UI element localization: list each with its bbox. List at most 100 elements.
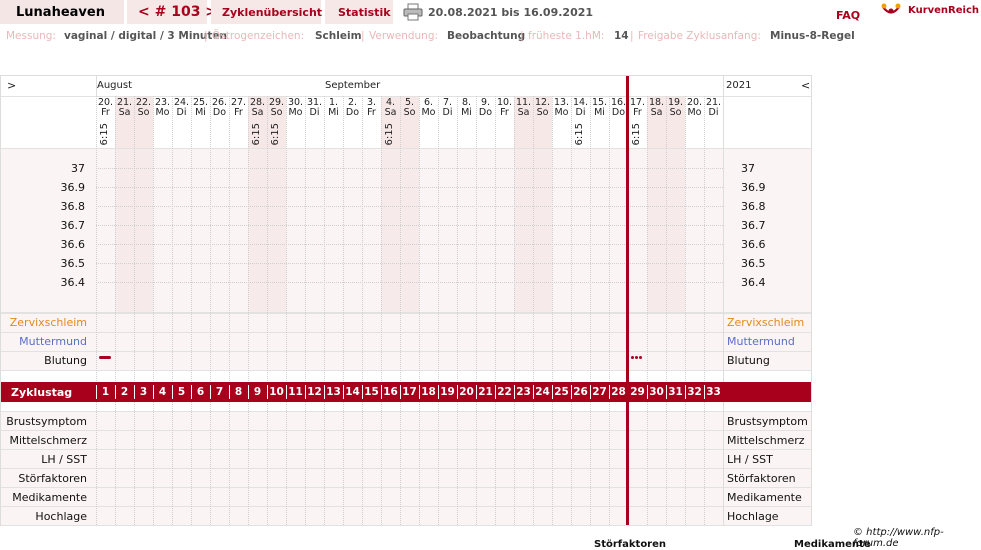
row-label-right: Zervixschleim	[727, 316, 805, 329]
measure-time: 6:15	[251, 123, 262, 146]
day-weekday: So	[137, 107, 150, 118]
row-label-right: Muttermund	[727, 335, 795, 348]
separator: |	[204, 30, 208, 42]
day-weekday: So	[536, 107, 549, 118]
cycle-day-separator	[286, 385, 287, 399]
cycle-day-separator	[419, 385, 420, 399]
cycle-day-number: 32	[687, 386, 702, 398]
cycle-day-separator	[609, 385, 610, 399]
grid-line	[1, 506, 811, 507]
day-weekday: Fr	[234, 107, 243, 118]
day-weekday: So	[669, 107, 682, 118]
cycle-day-number: 31	[668, 386, 683, 398]
top-bar: Lunaheaven < # 103 > Zyklenübersicht Sta…	[0, 0, 981, 26]
cycle-nav-tab[interactable]: < # 103 >	[127, 0, 217, 24]
cycle-day-number: 6	[196, 386, 205, 398]
grid-line	[1, 449, 811, 450]
cycle-end-line	[626, 76, 629, 525]
cycle-chart: > < 2021 August September 20. Fr 6:15 21. Sa 22…	[0, 75, 812, 526]
tab-zyklenuebersicht-label[interactable]: Zyklenübersicht	[222, 6, 322, 19]
cycle-day-number: 10	[269, 386, 284, 398]
cycle-day-number: 33	[706, 386, 721, 398]
oestrogen-label: Östrogenzeichen:	[212, 30, 305, 42]
cycle-day-number: 30	[649, 386, 664, 398]
temp-tick-right: 36.7	[741, 219, 766, 232]
grid-line	[1, 313, 811, 314]
year-label: 2021	[726, 80, 752, 91]
cycle-day-number: 25	[554, 386, 569, 398]
weekend-column	[666, 148, 685, 312]
temp-tick-left: 36.6	[60, 238, 86, 251]
weekend-column	[400, 148, 419, 312]
day-grid-line	[267, 96, 268, 525]
cycle-day-separator	[457, 385, 458, 399]
grid-line	[1, 332, 811, 333]
weekend-column	[267, 148, 286, 312]
cycle-day-separator	[552, 385, 553, 399]
day-grid-line	[704, 96, 705, 525]
cycle-day-number: 2	[120, 386, 129, 398]
cycle-nav[interactable]: < # 103 >	[138, 4, 217, 20]
cycle-day-number: 23	[516, 386, 531, 398]
row-label-right: Mittelschmerz	[727, 434, 805, 447]
day-grid-line	[248, 96, 249, 525]
row-label-left: LH / SST	[41, 453, 87, 466]
copyright-credit: © http://www.nfp-forum.de	[853, 527, 944, 549]
month-label: August	[97, 80, 132, 91]
measure-time: 6:15	[384, 123, 395, 146]
cycle-day-separator	[115, 385, 116, 399]
scroll-right-arrow[interactable]: <	[801, 79, 810, 92]
day-weekday: Sa	[118, 107, 131, 118]
cycle-day-number: 12	[307, 386, 322, 398]
cycle-day-separator	[438, 385, 439, 399]
verwendung-label: Verwendung:	[369, 30, 439, 42]
cycle-day-number: 9	[253, 386, 262, 398]
day-grid-line	[552, 96, 553, 525]
temp-tick-right: 36.5	[741, 257, 766, 270]
weekend-column	[115, 148, 134, 312]
day-grid-line	[134, 96, 135, 525]
row-label-left: Blutung	[44, 354, 87, 367]
row-label-right: Störfaktoren	[727, 472, 796, 485]
grid-line	[1, 370, 811, 371]
day-grid-line	[438, 96, 439, 525]
day-weekday: Sa	[650, 107, 663, 118]
cycle-day-separator	[647, 385, 648, 399]
weekend-column	[248, 148, 267, 312]
kurvenreich-logo-icon	[881, 3, 901, 14]
spotting-marker	[635, 356, 638, 359]
day-grid-line	[514, 96, 515, 525]
day-weekday: Di	[708, 107, 719, 118]
day-weekday: Mo	[155, 107, 170, 118]
faq-link[interactable]: FAQ	[836, 9, 860, 22]
month-label: September	[325, 80, 381, 91]
oestrogen-value: Schleim	[315, 30, 362, 42]
row-label-right: Medikamente	[727, 491, 802, 504]
row-label-right: Blutung	[727, 354, 770, 367]
cycle-day-number: 5	[177, 386, 186, 398]
cycle-day-separator	[153, 385, 154, 399]
tab-zyklenuebersicht[interactable]: Zyklenübersicht	[211, 0, 322, 24]
cycle-day-number: 27	[592, 386, 607, 398]
grid-line	[1, 468, 811, 469]
day-weekday: Mi	[461, 107, 472, 118]
printer-icon[interactable]	[403, 3, 423, 21]
row-label-right: Hochlage	[727, 510, 779, 523]
weekend-column	[514, 148, 533, 312]
row-label-right: LH / SST	[727, 453, 773, 466]
cycle-day-separator	[381, 385, 382, 399]
observation-area	[1, 313, 811, 370]
day-grid-line	[590, 96, 591, 525]
cycle-day-number: 8	[234, 386, 243, 398]
grid-line	[1, 430, 811, 431]
day-weekday: Fr	[633, 107, 642, 118]
app-title-tab: Lunaheaven	[0, 0, 124, 24]
freigabe-value: Minus-8-Regel	[770, 30, 855, 42]
tab-statistik[interactable]: Statistik	[325, 0, 393, 24]
scroll-left-arrow[interactable]: >	[7, 79, 16, 92]
day-grid-line	[96, 96, 97, 525]
day-grid-line	[115, 96, 116, 525]
tab-statistik-label[interactable]: Statistik	[338, 6, 391, 19]
row-label-left: Muttermund	[19, 335, 87, 348]
temp-tick-right: 36.6	[741, 238, 766, 251]
